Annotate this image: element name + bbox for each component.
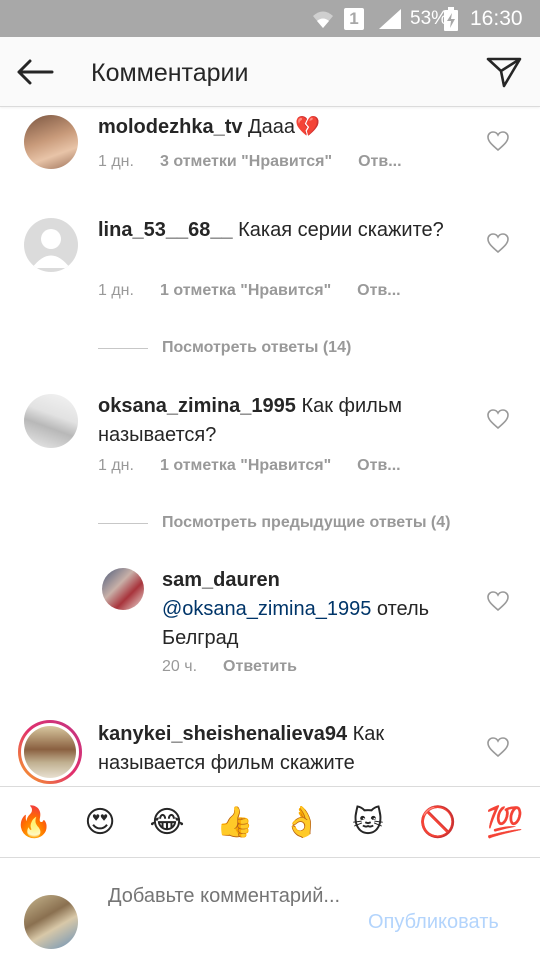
default-avatar-icon bbox=[32, 229, 70, 268]
battery-charging-icon bbox=[444, 0, 458, 37]
paper-plane-icon bbox=[486, 57, 522, 88]
avatar[interactable] bbox=[102, 568, 144, 610]
sim-number: 1 bbox=[344, 7, 364, 30]
comment-input[interactable] bbox=[108, 883, 348, 937]
thumbs-up-emoji-button[interactable]: 👍 bbox=[216, 805, 253, 841]
divider bbox=[98, 347, 148, 349]
sim-badge-icon: 1 bbox=[344, 0, 364, 37]
mention-link[interactable]: @oksana_zimina_1995 bbox=[162, 598, 371, 620]
comment-username[interactable]: lina_53__68__ bbox=[98, 219, 233, 241]
app-bar: Комментарии bbox=[0, 37, 540, 107]
status-bar: 1 53% 16:30 bbox=[0, 0, 540, 37]
signal-icon bbox=[377, 0, 403, 37]
view-previous-replies-button[interactable]: Посмотреть предыдущие ответы (4) bbox=[98, 511, 450, 535]
comment-meta: 1 дн. 1 отметка "Нравится" Отв... bbox=[98, 282, 427, 300]
fire-emoji-button[interactable]: 🔥 bbox=[15, 805, 52, 841]
comment-meta: 1 дн. 1 отметка "Нравится" Отв... bbox=[98, 457, 427, 475]
comment-meta: 1 дн. 3 отметки "Нравится" Отв... bbox=[98, 153, 428, 171]
publish-button[interactable]: Опубликовать bbox=[368, 911, 499, 934]
comment-body: Какая серии скажите? bbox=[238, 219, 444, 241]
comment-username[interactable]: kanykei_sheishenalieva94 bbox=[98, 723, 347, 745]
battery-percent: 53% bbox=[410, 7, 449, 29]
comment-username[interactable]: sam_dauren bbox=[162, 569, 280, 591]
comment-username[interactable]: oksana_zimina_1995 bbox=[98, 395, 296, 417]
comment-body: Дааа💔 bbox=[248, 116, 320, 138]
reply-button[interactable]: Отв... bbox=[357, 282, 400, 300]
comment-composer: Опубликовать bbox=[0, 859, 540, 960]
comment-username[interactable]: molodezhka_tv bbox=[98, 116, 242, 138]
hundred-emoji-button[interactable]: 💯 bbox=[486, 805, 523, 841]
page-title: Комментарии bbox=[91, 59, 249, 87]
back-arrow-icon bbox=[17, 59, 54, 85]
direct-send-button[interactable] bbox=[484, 52, 524, 92]
story-ring-avatar[interactable] bbox=[18, 720, 82, 784]
divider bbox=[98, 522, 148, 524]
like-heart-icon[interactable] bbox=[486, 590, 510, 612]
comment-time: 1 дн. bbox=[98, 153, 134, 170]
reply-button[interactable]: Отв... bbox=[358, 153, 401, 171]
likes-count-link[interactable]: 3 отметки "Нравится" bbox=[160, 153, 332, 171]
comment-text: sam_dauren @oksana_zimina_1995 отель Белг… bbox=[162, 566, 482, 653]
prohibited-emoji-button[interactable]: 🚫 bbox=[419, 805, 456, 841]
comment-meta: 20 ч. Ответить bbox=[162, 658, 323, 676]
avatar[interactable] bbox=[24, 394, 78, 448]
comment-text: molodezhka_tv Дааа💔 bbox=[98, 113, 488, 142]
avatar[interactable] bbox=[24, 115, 78, 169]
view-replies-label: Посмотреть ответы (14) bbox=[162, 339, 352, 356]
back-button[interactable] bbox=[14, 52, 56, 92]
current-user-avatar bbox=[24, 895, 78, 949]
emoji-quick-bar: 🔥 😍 😂 👍 👌 🐱 🚫 💯 bbox=[0, 786, 540, 858]
comment-time: 1 дн. bbox=[98, 457, 134, 474]
like-heart-icon[interactable] bbox=[486, 736, 510, 758]
like-heart-icon[interactable] bbox=[486, 408, 510, 430]
comment-time: 20 ч. bbox=[162, 658, 198, 675]
comment-text: oksana_zimina_1995 Как фильм называется? bbox=[98, 392, 488, 450]
avatar[interactable] bbox=[24, 218, 78, 272]
clock: 16:30 bbox=[470, 6, 523, 30]
cat-emoji-button[interactable]: 🐱 bbox=[350, 805, 386, 841]
like-heart-icon[interactable] bbox=[486, 130, 510, 152]
tears-of-joy-emoji-button[interactable]: 😂 bbox=[149, 805, 185, 841]
comment-text: kanykei_sheishenalieva94 Как называется … bbox=[98, 720, 488, 778]
view-replies-label: Посмотреть предыдущие ответы (4) bbox=[162, 514, 451, 531]
likes-count-link[interactable]: 1 отметка "Нравится" bbox=[160, 457, 331, 475]
ok-hand-emoji-button[interactable]: 👌 bbox=[283, 805, 320, 841]
likes-count-link[interactable]: 1 отметка "Нравится" bbox=[160, 282, 331, 300]
reply-button[interactable]: Ответить bbox=[223, 658, 297, 676]
wifi-icon bbox=[312, 0, 334, 37]
like-heart-icon[interactable] bbox=[486, 232, 510, 254]
reply-button[interactable]: Отв... bbox=[357, 457, 400, 475]
comment-time: 1 дн. bbox=[98, 282, 134, 299]
comments-list[interactable]: molodezhka_tv Дааа💔 1 дн. 3 отметки "Нра… bbox=[0, 108, 540, 786]
heart-eyes-emoji-button[interactable]: 😍 bbox=[82, 805, 118, 841]
comment-text: lina_53__68__ Какая серии скажите? bbox=[98, 216, 488, 245]
view-replies-button[interactable]: Посмотреть ответы (14) bbox=[98, 336, 351, 360]
